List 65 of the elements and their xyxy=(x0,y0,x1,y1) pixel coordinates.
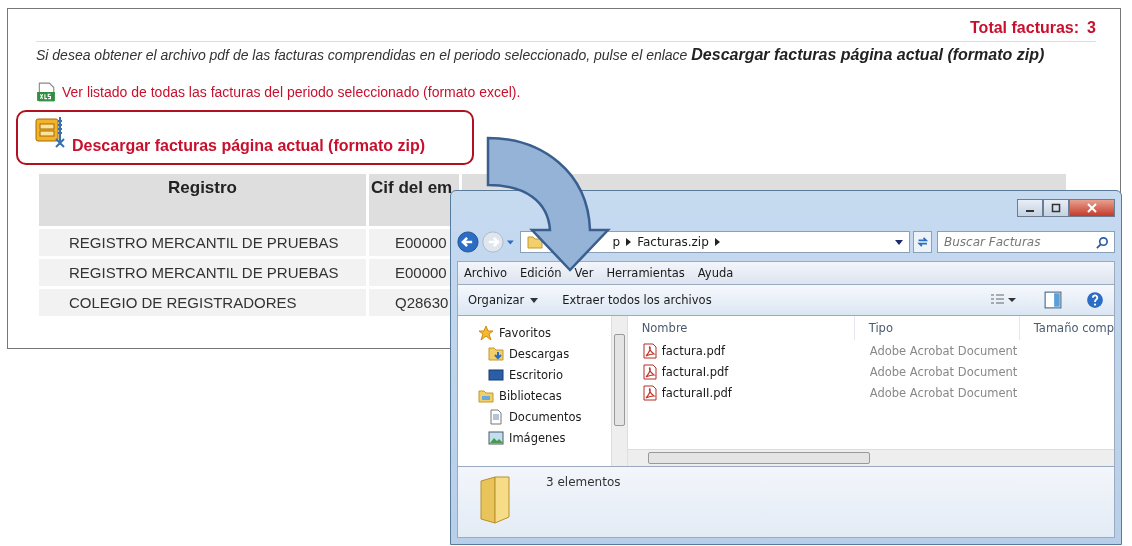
menu-item[interactable]: Ver xyxy=(574,266,594,280)
column-header[interactable]: Nombre xyxy=(627,316,855,340)
refresh-icon[interactable] xyxy=(912,231,932,253)
total-value: 3 xyxy=(1087,19,1096,37)
toolbar-button[interactable]: Organizar xyxy=(468,293,539,307)
document-icon xyxy=(488,408,504,425)
zip-archive-icon xyxy=(34,115,68,149)
zip-download-link[interactable]: Descargar facturas página actual (formato zip) xyxy=(72,137,425,155)
help-icon[interactable] xyxy=(1086,291,1104,309)
search-icon xyxy=(1096,236,1109,249)
menu-item[interactable]: Ayuda xyxy=(697,266,734,280)
breadcrumb[interactable]: p xyxy=(612,235,621,249)
total-label: Total facturas: xyxy=(970,19,1080,37)
item-count: 3 elementos xyxy=(546,475,621,489)
instructions-text: Si desea obtener el archivo pdf de las facturas comprendidas en el periodo seleccionado, pulse el enlace Descargar facturas página actual (formato zip) xyxy=(36,46,1046,64)
close-button[interactable] xyxy=(1069,199,1115,217)
table-cell: REGISTRO MERCANTIL DE PRUEBAS xyxy=(39,229,366,256)
preview-pane-icon[interactable] xyxy=(1044,291,1062,309)
maximize-icon xyxy=(1051,203,1061,213)
history-dropdown-icon[interactable] xyxy=(506,239,514,245)
nav-item[interactable]: Bibliotecas xyxy=(478,385,611,406)
pdf-file-icon xyxy=(641,342,658,359)
folder-icon xyxy=(526,235,543,249)
table-cell: REGISTRO MERCANTIL DE PRUEBAS xyxy=(39,259,366,286)
file-type: Adobe Acrobat Document xyxy=(868,364,1018,379)
file-item[interactable]: facturaI.pdf xyxy=(627,363,854,380)
column-header: Registro xyxy=(39,174,366,226)
desktop-icon xyxy=(488,366,504,383)
chevron-right-icon xyxy=(714,238,720,246)
maximize-button[interactable] xyxy=(1043,199,1069,217)
menu-item[interactable]: Archivo xyxy=(464,266,507,280)
menu-item[interactable]: Edición xyxy=(520,266,562,280)
library-folder-icon xyxy=(478,387,494,404)
close-icon xyxy=(1087,203,1097,213)
minimize-icon xyxy=(1026,210,1034,212)
menu-item[interactable]: Herramientas xyxy=(606,266,685,280)
excel-list-link[interactable]: Ver listado de todas las facturas del periodo seleccionado (formato excel). xyxy=(62,84,521,100)
file-item[interactable]: facturaII.pdf xyxy=(627,384,854,401)
nav-item[interactable]: Descargas xyxy=(478,343,611,364)
file-type: Adobe Acrobat Document xyxy=(868,343,1018,358)
chevron-right-icon xyxy=(626,238,632,246)
breadcrumb[interactable]: Facturas.zip xyxy=(637,235,709,249)
caret-down-icon[interactable] xyxy=(894,239,903,245)
pdf-file-icon xyxy=(641,384,658,401)
nav-item[interactable]: Documentos xyxy=(478,406,611,427)
nav-item[interactable]: Favoritos xyxy=(478,322,611,343)
file-item[interactable]: factura.pdf xyxy=(627,342,854,359)
column-header[interactable]: Tipo xyxy=(854,316,1020,340)
vertical-scrollbar[interactable] xyxy=(610,316,627,466)
back-button[interactable] xyxy=(457,229,479,255)
picture-icon xyxy=(488,429,504,446)
toolbar-button[interactable]: Extraer todos los archivos xyxy=(562,293,712,307)
pdf-file-icon xyxy=(641,363,658,380)
download-folder-icon xyxy=(488,345,504,362)
column-header[interactable]: Tamaño comp xyxy=(1019,316,1114,340)
file-type: Adobe Acrobat Document xyxy=(868,385,1018,400)
horizontal-scrollbar[interactable] xyxy=(627,449,1114,466)
excel-file-icon xyxy=(36,82,56,102)
minimize-button[interactable] xyxy=(1017,199,1043,217)
nav-item[interactable]: Imágenes xyxy=(478,427,611,448)
table-cell: COLEGIO DE REGISTRADORES xyxy=(39,289,366,316)
nav-item[interactable]: Escritorio xyxy=(478,364,611,385)
column-header: Cif del em xyxy=(369,174,459,226)
search-field[interactable]: Buscar Facturas xyxy=(937,231,1115,253)
star-icon xyxy=(478,324,494,341)
